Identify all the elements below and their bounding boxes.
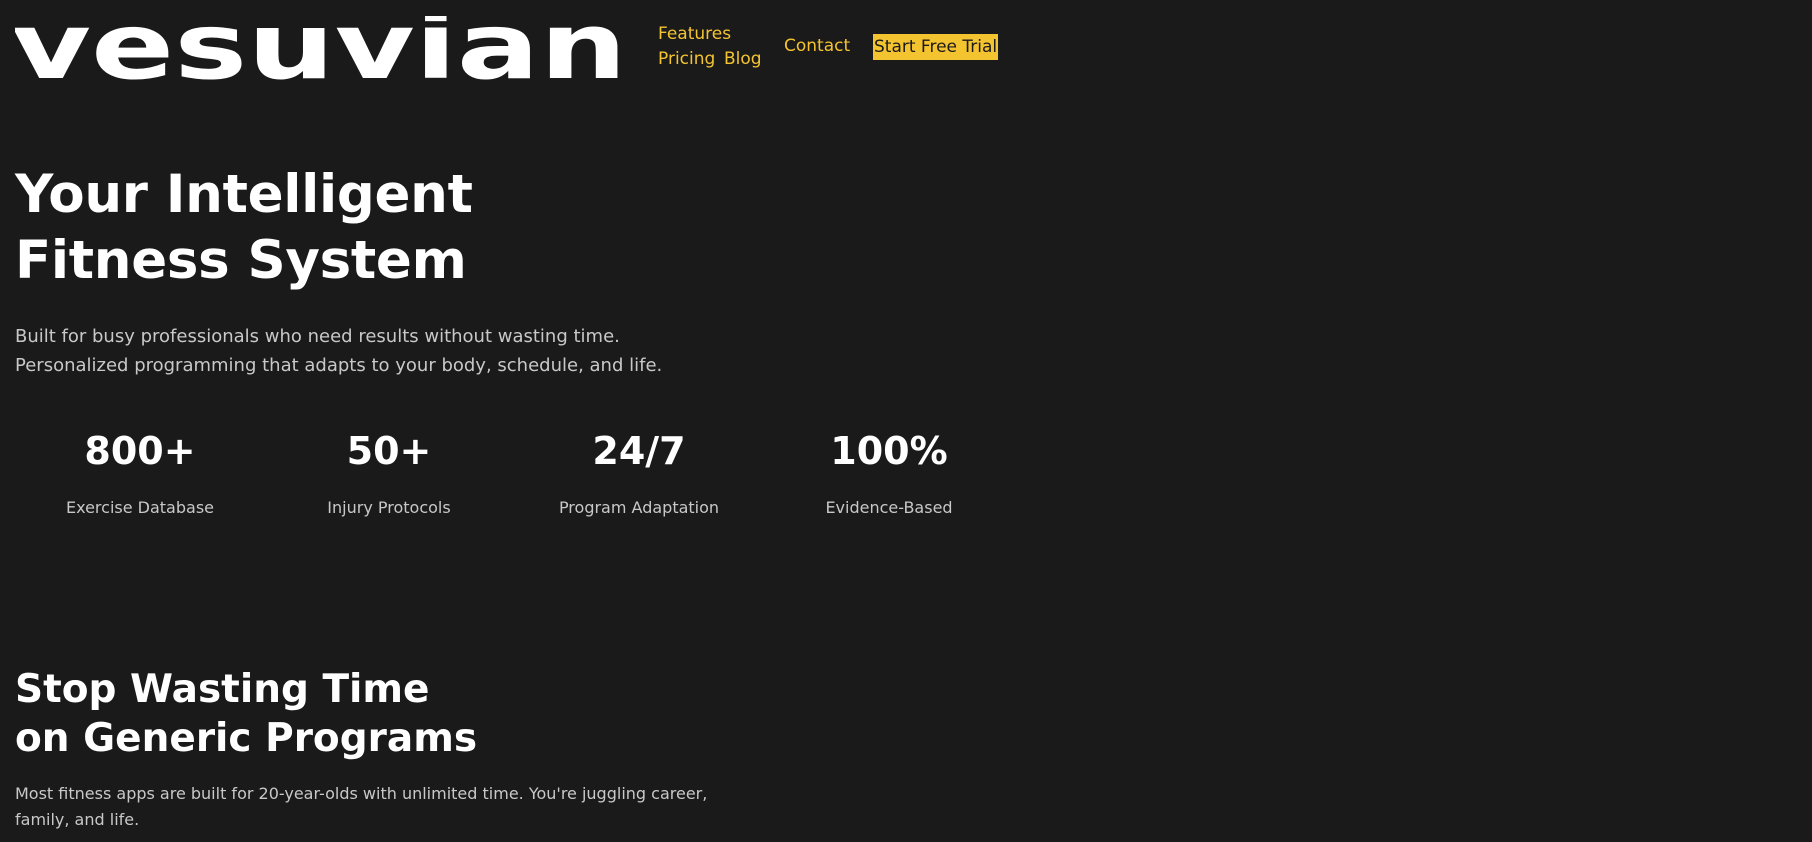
nav-link-contact[interactable]: Contact [784, 34, 850, 58]
logo-text: vesuvian [15, 16, 627, 82]
hero-title: Your Intelligent Fitness System [15, 162, 473, 294]
section-description: Most fitness apps are built for 20-year-… [15, 784, 708, 829]
hero-title-line-2: Fitness System [15, 230, 467, 291]
stat-value: 50+ [346, 429, 432, 473]
section-title: Stop Wasting Time on Generic Programs [15, 665, 477, 763]
stat-evidence-based: 100% Evidence-Based [764, 425, 1014, 519]
stat-value: 800+ [84, 429, 196, 473]
page: vesuvian Features Pricing Blog Contact S… [0, 0, 1812, 842]
hero-subtitle: Built for busy professionals who need re… [15, 322, 662, 380]
stat-injury-protocols: 50+ Injury Protocols [264, 425, 514, 519]
stat-label: Injury Protocols [327, 498, 451, 517]
stat-value: 100% [830, 429, 948, 473]
stat-value: 24/7 [592, 429, 686, 473]
nav-link-blog[interactable]: Blog [724, 47, 762, 71]
nav-link-features[interactable]: Features [658, 22, 731, 46]
stats-row: 800+ Exercise Database 50+ Injury Protoc… [15, 425, 1015, 525]
hero-title-line-1: Your Intelligent [15, 164, 473, 225]
site-header: vesuvian [15, 14, 627, 84]
start-free-trial-button[interactable]: Start Free Trial [873, 34, 999, 60]
stat-label: Program Adaptation [558, 498, 720, 517]
section-title-line-1: Stop Wasting Time [15, 667, 430, 712]
hero-subtitle-line-1: Built for busy professionals who need re… [15, 326, 620, 347]
main-nav: Features Pricing Blog Contact Start Free… [658, 22, 999, 72]
stat-program-adaptation: 24/7 Program Adaptation [514, 425, 764, 519]
stat-exercise-database: 800+ Exercise Database [15, 425, 265, 519]
logo-wordmark: vesuvian [15, 16, 627, 82]
hero-subtitle-line-2: Personalized programming that adapts to … [15, 355, 663, 376]
section-title-line-2: on Generic Programs [15, 716, 478, 761]
brand-logo[interactable]: vesuvian [15, 16, 627, 82]
nav-link-pricing[interactable]: Pricing [658, 47, 715, 71]
stat-label: Evidence-Based [825, 498, 953, 517]
stat-label: Exercise Database [65, 498, 214, 517]
